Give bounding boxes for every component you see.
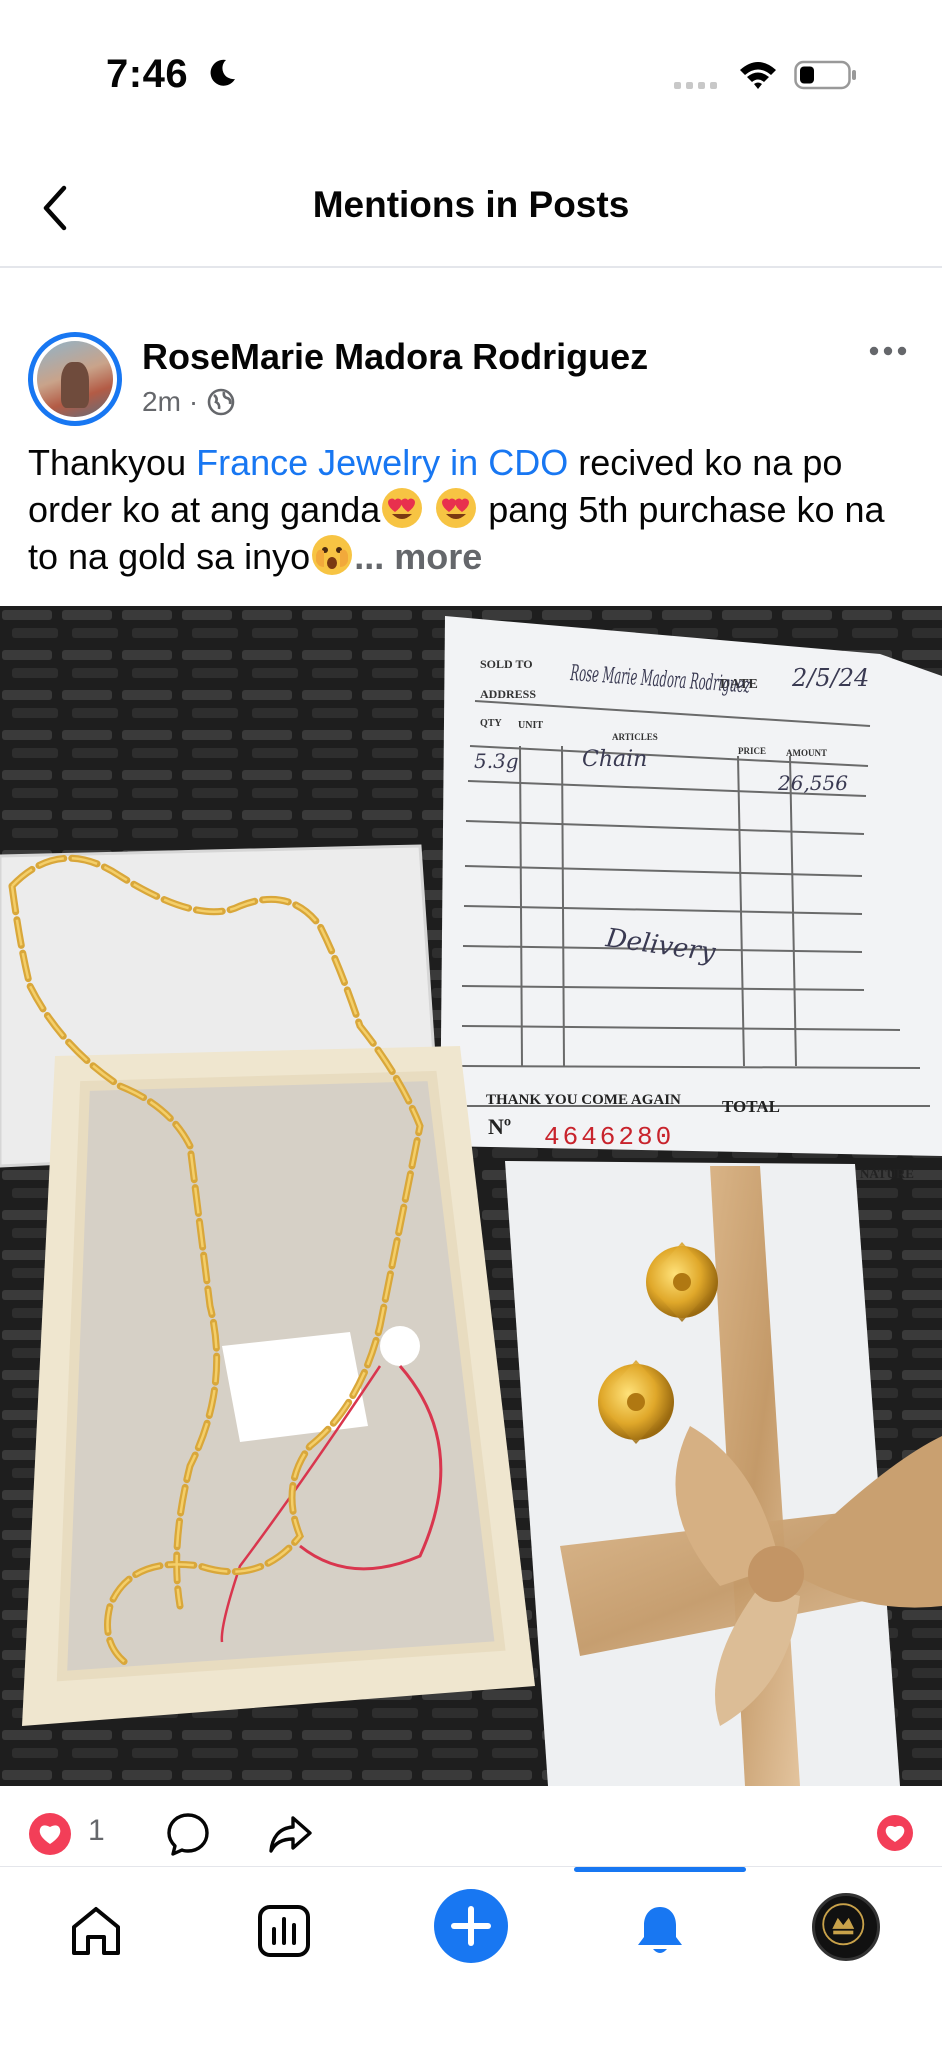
wifi-icon [740,62,776,89]
post-actions: 1 [0,1786,942,1866]
post-author[interactable]: RoseMarie Madora Rodriguez [142,336,648,378]
top-header: Mentions in Posts [0,150,942,268]
receipt-thank-you: THANK YOU COME AGAIN [486,1092,681,1108]
profile-avatar[interactable] [812,1893,880,1961]
page-title: Mentions in Posts [312,184,630,225]
heart-eyes-emoji [382,488,423,528]
feeds-icon[interactable] [254,1901,314,1961]
bottom-tab-bar [0,1866,942,2048]
receipt-amount: AMOUNT [786,748,827,758]
ellipsis-text: ... [354,536,395,577]
receipt-article-value: Chain [582,747,647,772]
receipt: SOLD TO ADDRESS QTY UNIT ARTICLES PRICE … [440,616,942,1181]
jewelry-photo: SOLD TO ADDRESS QTY UNIT ARTICLES PRICE … [0,606,942,1786]
receipt-articles: ARTICLES [612,732,658,742]
battery-icon [794,60,856,90]
like-heart-icon[interactable] [876,1814,914,1852]
peeking-emoji [312,535,353,575]
receipt-unit: UNIT [518,720,543,731]
post-photo[interactable]: SOLD TO ADDRESS QTY UNIT ARTICLES PRICE … [0,606,942,1786]
receipt-number: 4646280 [544,1122,674,1152]
receipt-address: ADDRESS [480,687,536,701]
receipt-number-prefix: Nº [488,1114,511,1139]
moon-icon [210,59,235,86]
signal-icon [674,82,717,89]
more-options-icon[interactable] [868,344,908,358]
reaction-count[interactable]: 1 [88,1814,105,1848]
receipt-amount-value: 26,556 [777,771,848,795]
post-time: 2m [142,386,181,417]
profile-logo-icon [822,1903,865,1946]
see-more-link[interactable]: more [394,536,482,577]
create-button[interactable] [434,1889,508,1963]
bell-icon[interactable] [630,1901,690,1961]
avatar[interactable] [28,332,122,426]
comment-icon[interactable] [164,1810,212,1858]
mention-link[interactable]: France Jewelry in CDO [196,442,568,483]
share-icon[interactable] [266,1810,314,1858]
status-time: 7:46 [106,52,189,96]
receipt-signature: NATURE [860,1166,914,1181]
globe-icon [207,388,235,416]
receipt-qty: QTY [480,718,502,729]
post-meta: 2m · [142,386,236,418]
status-bar: 7:46 [0,0,942,150]
active-tab-indicator [574,1867,746,1872]
home-icon[interactable] [66,1901,126,1961]
receipt-total: TOTAL [722,1097,780,1116]
receipt-date-value: 2/5/24 [791,664,869,692]
meta-separator: · [188,386,199,417]
plus-icon [451,1906,491,1946]
heart-eyes-emoji [436,488,477,528]
post-text-intro: Thankyou [28,442,197,483]
post-text: Thankyou France Jewelry in CDO recived k… [28,440,908,580]
receipt-price: PRICE [738,746,766,756]
receipt-sold-to: SOLD TO [480,657,533,671]
receipt-qty-value: 5.3g [474,749,519,773]
heart-reaction-icon[interactable] [28,1812,72,1856]
